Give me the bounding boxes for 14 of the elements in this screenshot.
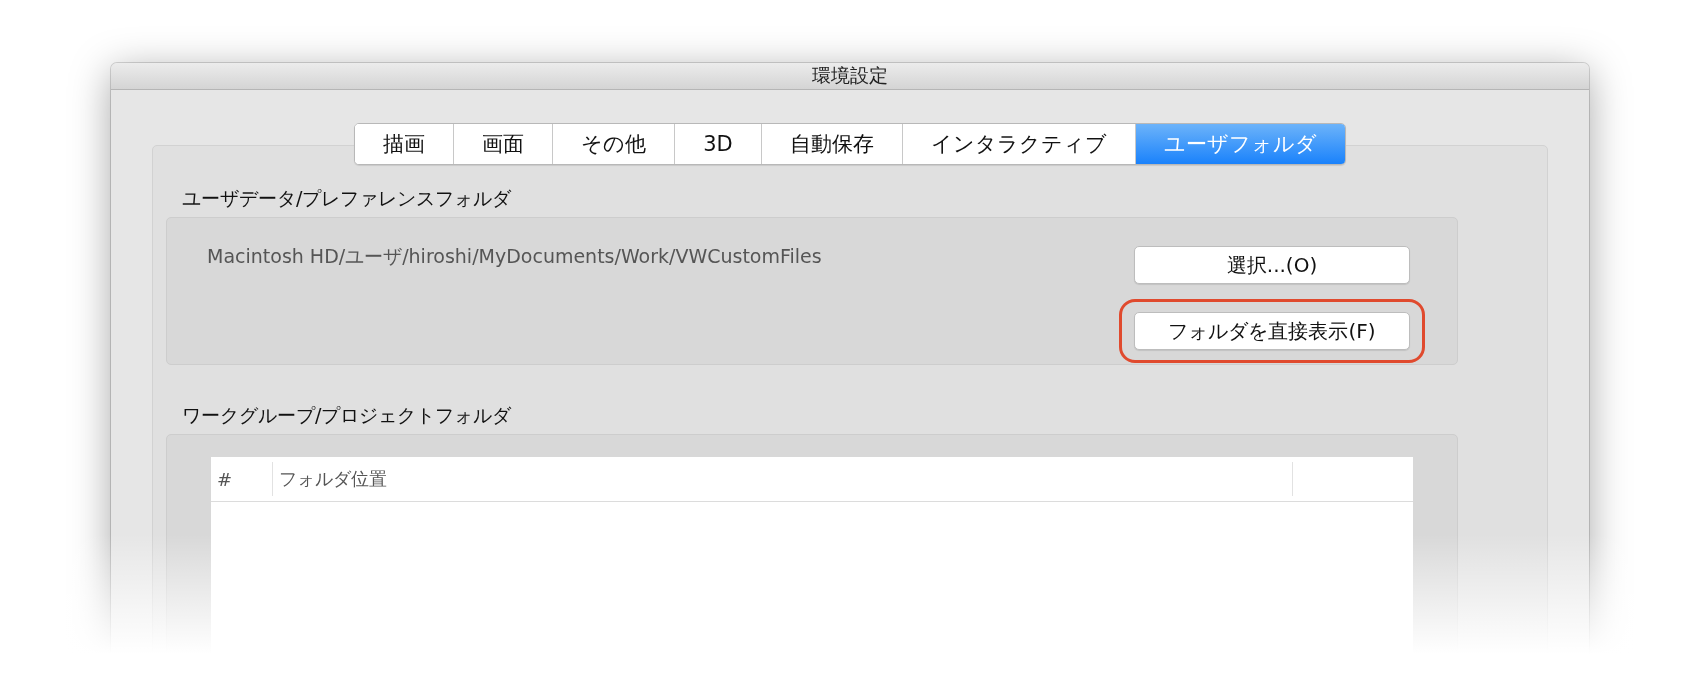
tab[interactable]: 自動保存 (760, 124, 902, 164)
tab[interactable]: 3D (674, 124, 761, 164)
tab[interactable]: 画面 (453, 124, 553, 164)
window-title: 環境設定 (812, 63, 888, 88)
section-label: ユーザデータ/プレファレンスフォルダ (182, 186, 513, 211)
column-header[interactable]: # (211, 462, 273, 496)
tab[interactable]: その他 (552, 124, 675, 164)
folder-button[interactable]: 選択...(O) (1134, 246, 1410, 284)
tab[interactable]: インタラクティブ (901, 124, 1135, 164)
folder-button[interactable]: フォルダを直接表示(F) (1134, 312, 1410, 350)
tab[interactable]: 描画 (355, 124, 454, 164)
column-header[interactable]: フォルダ位置 (273, 462, 1293, 496)
folder-path: Macintosh HD/ユーザ/hiroshi/MyDocuments/Work/VWCustomFiles (207, 244, 822, 269)
section-label: ワークグループ/プロジェクトフォルダ (182, 403, 513, 428)
